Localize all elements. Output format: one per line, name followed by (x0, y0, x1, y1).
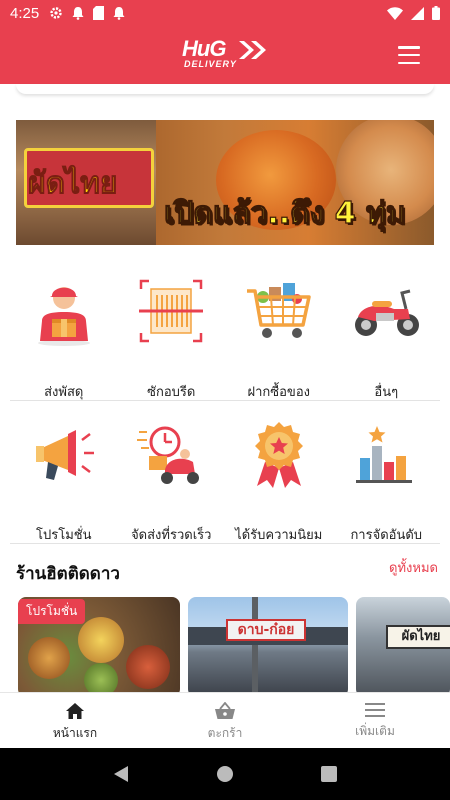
food-dish (84, 663, 118, 692)
service-laundry[interactable]: ซักอบรีด (118, 275, 226, 402)
grid-divider (10, 400, 440, 401)
tab-home[interactable]: หน้าแรก (0, 693, 150, 748)
bottom-nav: หน้าแรก ตะกร้า เพิ่มเติม (0, 692, 450, 748)
service-label: ซักอบรีด (147, 385, 196, 400)
feature-fast-delivery[interactable]: จัดส่งที่รวดเร็ว (118, 418, 226, 545)
hamburger-line (398, 53, 420, 57)
service-other[interactable]: อื่นๆ (333, 275, 441, 402)
service-label: อื่นๆ (374, 385, 399, 400)
shopping-cart-icon (246, 283, 311, 338)
feature-popular[interactable]: ได้รับความนิยม (225, 418, 333, 545)
app-bar: HuG DELIVERY (0, 26, 450, 84)
tab-label: เพิ่มเติม (355, 724, 395, 738)
tab-label: ตะกร้า (207, 726, 243, 740)
promotion-badge: โปรโมชั่น (18, 599, 86, 624)
megaphone-icon (35, 430, 94, 480)
basket-icon (215, 702, 235, 719)
food-dish (28, 637, 70, 679)
ranking-chart-icon (356, 426, 413, 483)
menu-icon (365, 703, 385, 717)
food-dish (78, 617, 124, 663)
food-dish (126, 645, 170, 689)
banner-sign-text: ผัดไทย (28, 166, 119, 202)
home-circle-icon[interactable] (216, 765, 234, 783)
banner-promo-text: เปิดแล้ว..ดึง 4 ทุ่ม (163, 195, 406, 231)
features-grid: โปรโมชั่น จัดส่งที่รวดเร็ว ได้รับความนิย… (10, 418, 440, 545)
services-grid: ส่งพัสดุ ซักอบรีด ฝากซื้อของ อื่นๆ (10, 275, 440, 402)
signal-icon (411, 6, 424, 20)
app-bar-bottom-edge (16, 84, 434, 94)
feature-label: โปรโมชั่น (36, 528, 92, 543)
feature-ranking[interactable]: การจัดอันดับ (333, 418, 441, 545)
fast-delivery-icon (137, 426, 200, 484)
service-shopping[interactable]: ฝากซื้อของ (225, 275, 333, 402)
grid-divider (10, 543, 440, 544)
hamburger-line (398, 46, 420, 49)
app-logo[interactable]: HuG DELIVERY (182, 36, 272, 72)
see-all-link[interactable]: ดูทั้งหมด (389, 557, 438, 578)
shop-card[interactable]: โปรโมชั่น (18, 597, 180, 692)
gear-icon (50, 7, 62, 19)
tab-more[interactable]: เพิ่มเติม (300, 693, 450, 748)
status-time: 4:25 (10, 4, 40, 22)
delivery-man-icon (37, 287, 90, 346)
scooter-icon (355, 289, 420, 336)
wifi-icon (387, 6, 403, 20)
chevrons-icon (239, 41, 266, 59)
tab-label: หน้าแรก (52, 726, 98, 740)
laundry-icon (139, 279, 204, 343)
feature-promotion[interactable]: โปรโมชั่น (10, 418, 118, 545)
back-icon[interactable] (113, 765, 129, 783)
tab-basket[interactable]: ตะกร้า (150, 693, 300, 748)
status-bar: 4:25 (0, 0, 450, 26)
feature-label: ได้รับความนิยม (235, 528, 323, 543)
shop-card[interactable]: ผัดไทย (356, 597, 450, 692)
section-title: ร้านฮิตติดดาว (16, 564, 120, 584)
service-label: ฝากซื้อของ (247, 385, 310, 400)
shop-sign: ผัดไทย (386, 625, 450, 649)
promo-banner[interactable]: ผัดไทย เปิดแล้ว..ดึง 4 ทุ่ม (16, 120, 434, 245)
shop-carousel[interactable]: โปรโมชั่น ดาบ-ก๋อย ผัดไทย (18, 597, 450, 692)
service-label: ส่งพัสดุ (44, 385, 84, 400)
bell-icon (113, 7, 125, 20)
feature-label: การจัดอันดับ (350, 528, 423, 543)
recents-icon[interactable] (320, 766, 337, 782)
menu-button[interactable] (398, 46, 420, 64)
shop-sign: ดาบ-ก๋อย (226, 619, 306, 641)
shop-card[interactable]: ดาบ-ก๋อย (188, 597, 348, 692)
sd-card-icon (93, 6, 105, 20)
hamburger-line (398, 61, 420, 64)
logo-subtext: DELIVERY (184, 59, 237, 69)
system-nav-bar (0, 748, 450, 800)
service-parcel[interactable]: ส่งพัสดุ (10, 275, 118, 402)
bell-icon (72, 7, 84, 20)
badge-star-icon (254, 422, 303, 488)
home-icon (66, 703, 84, 719)
battery-icon (432, 6, 440, 20)
feature-label: จัดส่งที่รวดเร็ว (131, 528, 212, 543)
